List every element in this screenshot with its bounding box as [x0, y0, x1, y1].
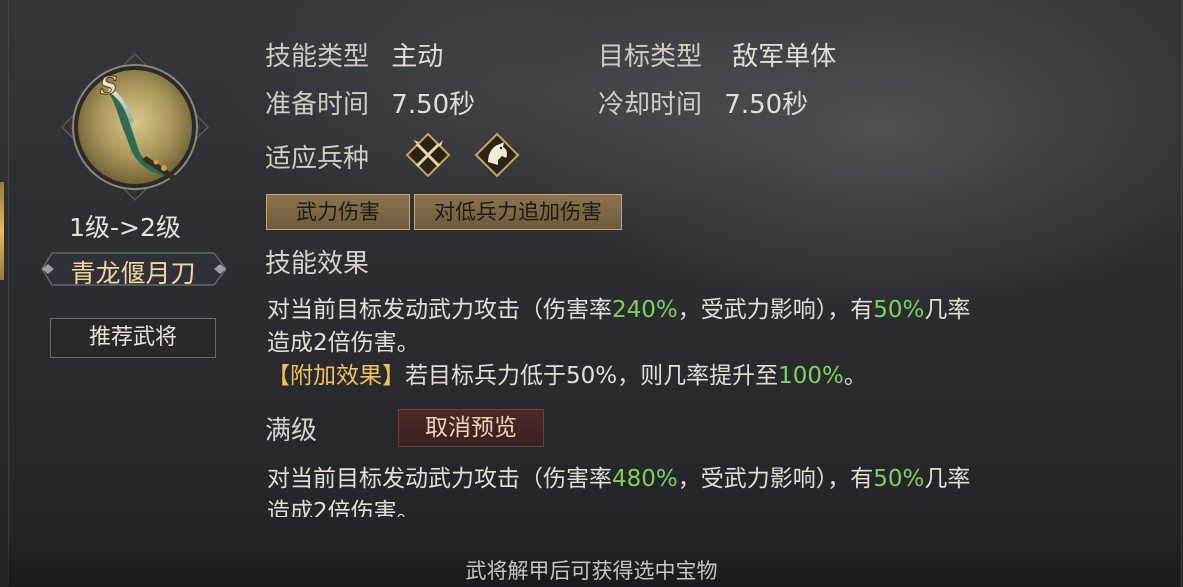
skill-type-value: 主动	[391, 42, 444, 72]
effect-heading: 技能效果	[265, 249, 370, 279]
effect-line-2: 造成2倍伤害。	[267, 330, 420, 356]
cooldown-label: 冷却时间	[598, 90, 703, 120]
max-level-heading: 满级	[265, 416, 318, 446]
cavalry-horse-icon[interactable]	[474, 132, 520, 178]
prep-time-label: 准备时间	[265, 90, 370, 120]
effect-line-1: 对当前目标发动武力攻击（伤害率240%，受武力影响），有50%几率	[267, 297, 971, 323]
max-chance: 50%	[873, 466, 925, 492]
skill-name: 青龙偃月刀	[70, 259, 196, 288]
troop-type-row: 适应兵种	[265, 138, 369, 175]
target-type-row: 目标类型 敌军单体	[598, 36, 836, 73]
cooldown-row: 冷却时间 7.50秒	[598, 84, 808, 121]
max-line-1: 对当前目标发动武力攻击（伤害率480%，受武力影响），有50%几率	[267, 466, 971, 492]
effect-damage-rate: 240%	[612, 297, 678, 323]
target-type-label: 目标类型	[598, 42, 703, 72]
cooldown-value: 7.50秒	[724, 90, 809, 120]
prep-time-row: 准备时间 7.50秒	[265, 84, 475, 121]
footer-note: 武将解甲后可获得选中宝物	[465, 559, 718, 583]
target-type-value: 敌军单体	[732, 42, 837, 72]
skill-level: 1级->2级	[69, 213, 181, 242]
skill-icon[interactable]: S	[60, 52, 210, 202]
troop-type-label: 适应兵种	[265, 144, 370, 174]
max-level-description-scroll[interactable]: 对当前目标发动武力攻击（伤害率480%，受武力影响），有50%几率 造成2倍伤害…	[260, 455, 1160, 517]
skill-type-row: 技能类型 主动	[265, 36, 443, 73]
selected-indicator	[0, 182, 4, 280]
spear-infantry-icon[interactable]	[405, 132, 451, 178]
tag-martial-damage: 武力伤害	[266, 194, 410, 230]
skill-type-label: 技能类型	[265, 42, 370, 72]
skill-grade-s: S	[100, 71, 117, 100]
effect-description: 对当前目标发动武力攻击（伤害率240%，受武力影响），有50%几率 造成2倍伤害…	[267, 294, 1147, 393]
prep-time-value: 7.50秒	[391, 90, 476, 120]
skill-name-plate: 青龙偃月刀	[40, 250, 230, 288]
recommend-generals-button[interactable]: 推荐武将	[50, 318, 216, 358]
effect-chance: 50%	[873, 297, 925, 323]
cancel-preview-button[interactable]: 取消预览	[398, 409, 544, 447]
tag-low-troop-bonus: 对低兵力追加伤害	[414, 194, 622, 230]
max-line-2: 造成2倍伤害。	[267, 499, 420, 517]
max-level-description: 对当前目标发动武力攻击（伤害率480%，受武力影响），有50%几率 造成2倍伤害…	[267, 463, 1147, 517]
bonus-effect-label: 【附加效果】	[267, 363, 405, 389]
effect-bonus-line: 【附加效果】若目标兵力低于50%，则几率提升至100%。	[267, 363, 867, 389]
skill-icon-frame: S	[60, 52, 210, 202]
bonus-chance-value: 100%	[778, 363, 844, 389]
max-damage-rate: 480%	[612, 466, 678, 492]
